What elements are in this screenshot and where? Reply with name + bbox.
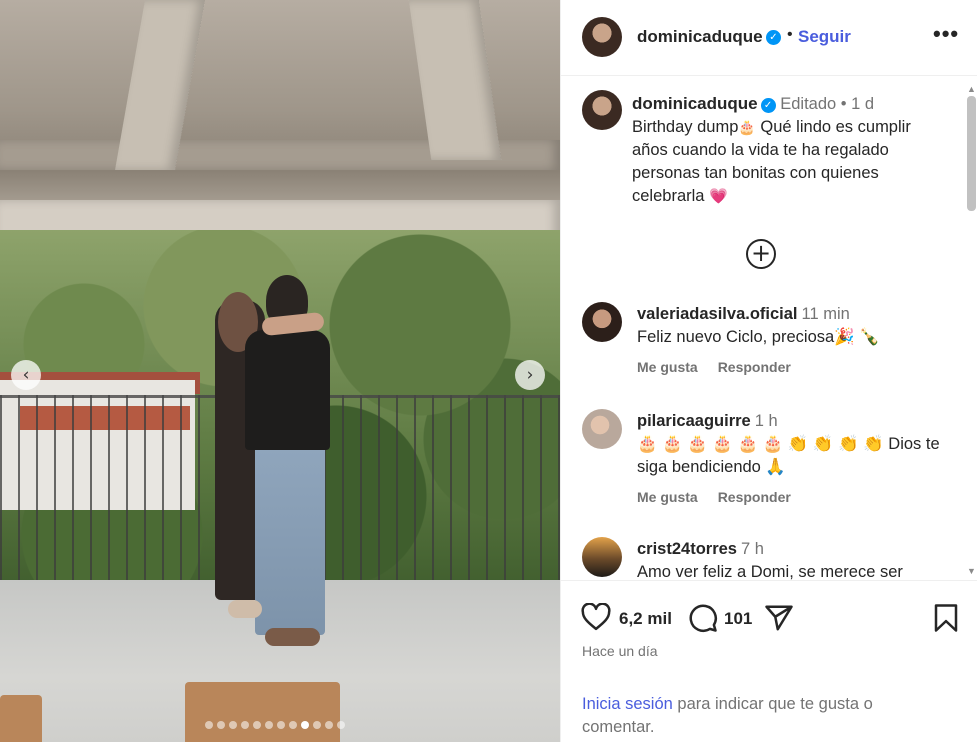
post-date[interactable]: Hace un día xyxy=(582,643,658,659)
photo-chair xyxy=(185,682,340,742)
comments-count[interactable]: 101 xyxy=(724,609,752,629)
caption-username[interactable]: dominicaduque xyxy=(632,94,758,113)
comment-item: crist24torres 7 h Amo ver feliz a Domi, s… xyxy=(561,537,977,580)
comments-scrollbar[interactable]: ▲ ▼ xyxy=(964,80,977,580)
caption-dot: • xyxy=(840,95,847,113)
comment-text: crist24torres 7 h Amo ver feliz a Domi, s… xyxy=(637,538,957,580)
follow-button[interactable]: Seguir xyxy=(798,27,851,47)
author-avatar[interactable] xyxy=(582,17,622,57)
carousel-indicator xyxy=(205,721,345,729)
separator-dot: • xyxy=(787,26,793,43)
comment-body: Amo ver feliz a Domi, se merece ser xyxy=(637,563,903,580)
carousel-dot xyxy=(325,721,333,729)
carousel-dot xyxy=(217,721,225,729)
post-actions-bar: 6,2 mil 101 Hace un día Inicia sesión pa… xyxy=(561,580,977,742)
carousel-dot xyxy=(241,721,249,729)
caption-body-start: Birthday dump xyxy=(632,118,739,136)
comment-time[interactable]: 1 h xyxy=(755,412,778,430)
scroll-down-icon[interactable]: ▼ xyxy=(967,566,976,576)
heart-outline-icon[interactable] xyxy=(581,602,611,636)
comment-actions: Me gusta Responder xyxy=(637,489,791,505)
caption-avatar[interactable] xyxy=(582,90,622,130)
comment-item: valeriadasilva.oficial 11 min Feliz nuevo… xyxy=(561,302,977,422)
comment-text: pilaricaaguirre 1 h 🎂 🎂 🎂 🎂 🎂 🎂 👏 👏 👏 👏 D… xyxy=(637,410,957,479)
carousel-dot-active xyxy=(301,721,309,729)
caption-text: dominicaduque ✓ Editado • 1 d Birthday du… xyxy=(632,92,950,208)
photo-person xyxy=(245,330,330,450)
carousel-dot xyxy=(205,721,213,729)
comment-time[interactable]: 7 h xyxy=(741,540,764,558)
commenter-avatar[interactable] xyxy=(582,537,622,577)
commenter-avatar[interactable] xyxy=(582,302,622,342)
comment-reply-button[interactable]: Responder xyxy=(718,489,791,505)
carousel-next-button[interactable]: › xyxy=(515,360,545,390)
photo-beam xyxy=(408,0,502,160)
caption-time[interactable]: 1 d xyxy=(851,95,874,113)
more-options-icon[interactable]: ••• xyxy=(933,21,959,47)
heart-emoji-icon: 💗 xyxy=(709,188,728,205)
commenter-username[interactable]: valeriadasilva.oficial xyxy=(637,305,798,323)
post-photo[interactable]: ‹ › xyxy=(0,0,560,742)
comment-item: pilaricaaguirre 1 h 🎂 🎂 🎂 🎂 🎂 🎂 👏 👏 👏 👏 D… xyxy=(561,409,977,529)
comment-like-button[interactable]: Me gusta xyxy=(637,359,698,375)
carousel-dot xyxy=(313,721,321,729)
photo-person-legs xyxy=(255,440,325,635)
verified-badge-icon: ✓ xyxy=(766,30,781,45)
carousel-prev-button[interactable]: ‹ xyxy=(11,360,41,390)
login-prompt: Inicia sesión para indicar que te gusta … xyxy=(582,693,912,739)
comments-scroll-area[interactable]: dominicaduque ✓ Editado • 1 d Birthday du… xyxy=(561,77,977,580)
bookmark-icon[interactable] xyxy=(933,603,959,638)
carousel-dot xyxy=(337,721,345,729)
cake-emoji-icon: 🎂 xyxy=(738,119,756,135)
login-link[interactable]: Inicia sesión xyxy=(582,695,673,713)
comment-like-button[interactable]: Me gusta xyxy=(637,489,698,505)
chevron-right-icon: › xyxy=(526,365,534,385)
edited-label: Editado xyxy=(780,95,837,113)
paper-plane-icon[interactable] xyxy=(764,603,794,638)
photo-shoe xyxy=(265,628,320,646)
carousel-dot xyxy=(289,721,297,729)
comment-body: 🎂 🎂 🎂 🎂 🎂 🎂 👏 👏 👏 👏 Dios te siga bendici… xyxy=(637,435,940,476)
commenter-avatar[interactable] xyxy=(582,409,622,449)
speech-bubble-icon[interactable] xyxy=(688,603,718,638)
likes-count[interactable]: 6,2 mil xyxy=(619,609,672,629)
comment-reply-button[interactable]: Responder xyxy=(718,359,791,375)
commenter-username[interactable]: pilaricaaguirre xyxy=(637,412,751,430)
carousel-dot xyxy=(265,721,273,729)
chevron-left-icon: ‹ xyxy=(22,365,30,385)
comment-text: valeriadasilva.oficial 11 min Feliz nuevo… xyxy=(637,303,957,349)
comment-body: Feliz nuevo Ciclo, preciosa🎉 🍾 xyxy=(637,328,880,346)
post-side-panel: dominicaduque ✓ • Seguir ••• dominicaduq… xyxy=(560,0,977,742)
carousel-dot xyxy=(253,721,261,729)
photo-chair xyxy=(0,695,42,742)
load-more-comments-button[interactable]: + xyxy=(746,239,776,269)
photo-shoe xyxy=(228,600,262,618)
comment-time[interactable]: 11 min xyxy=(802,305,850,323)
photo-ceiling xyxy=(0,0,560,245)
author-username[interactable]: dominicaduque xyxy=(637,27,763,47)
carousel-dot xyxy=(277,721,285,729)
scroll-up-icon[interactable]: ▲ xyxy=(967,84,976,94)
scrollbar-thumb[interactable] xyxy=(967,96,976,211)
commenter-username[interactable]: crist24torres xyxy=(637,540,737,558)
verified-badge-icon: ✓ xyxy=(760,98,776,113)
post-header: dominicaduque ✓ • Seguir ••• xyxy=(561,0,977,76)
comment-actions: Me gusta Responder xyxy=(637,359,791,375)
carousel-dot xyxy=(229,721,237,729)
